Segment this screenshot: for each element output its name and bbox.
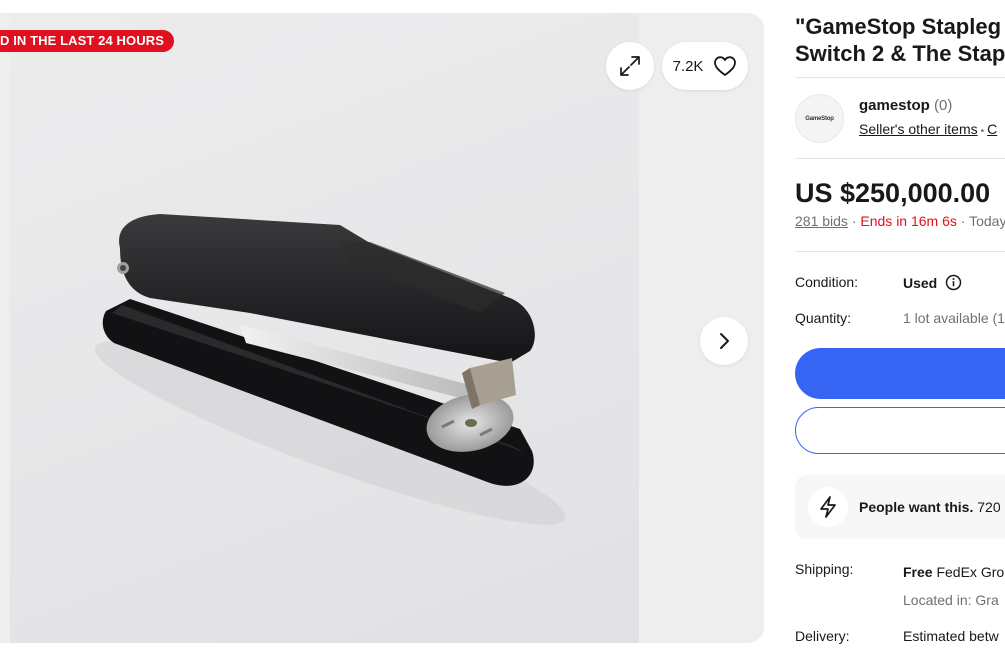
condition-text: Used — [903, 274, 938, 291]
shipping-label: Shipping: — [795, 561, 854, 577]
place-bid-button[interactable] — [795, 348, 1005, 399]
delivery-estimate: Estimated betw — [903, 628, 999, 644]
seller-links: Seller's other items • C — [859, 121, 997, 137]
seller-feedback-count: (0) — [934, 97, 953, 114]
separator-dot: • — [980, 126, 985, 137]
sold-in-last-24-hours-badge: D IN THE LAST 24 HOURS — [0, 30, 174, 52]
shipping-method: FedEx Gro — [936, 564, 1005, 580]
listing-title-line-2: Switch 2 & The Stap — [795, 41, 1005, 66]
expand-icon — [620, 56, 640, 76]
current-price: US $250,000.00 — [795, 178, 991, 208]
next-image-button[interactable] — [700, 317, 748, 365]
listing-title-line-1: "GameStop Stapleg — [795, 14, 1002, 39]
quantity-label: Quantity: — [795, 310, 852, 326]
watch-count: 7.2K — [672, 57, 704, 75]
seller-logo-text: GameStop — [805, 115, 834, 122]
demand-signal-text: People want this. 720 — [859, 499, 1001, 515]
lightning-bolt-icon — [820, 496, 836, 518]
item-location: Located in: Gra — [903, 592, 999, 608]
auction-ends-day: Today — [969, 213, 1005, 229]
demand-signal-count: 720 — [977, 499, 1001, 515]
quantity-value: 1 lot available (1 — [903, 310, 1005, 326]
contact-seller-link[interactable]: C — [987, 121, 997, 137]
seller-other-items-link[interactable]: Seller's other items — [859, 121, 978, 137]
demand-signal-headline: People want this. — [859, 499, 974, 515]
listing-title: "GameStop Stapleg Switch 2 & The Stap — [795, 13, 1005, 67]
stapler-image — [94, 214, 566, 525]
bolt-icon-container — [808, 487, 848, 527]
auction-ends-countdown: Ends in 16m 6s — [860, 213, 957, 229]
seller-name[interactable]: gamestop (0) — [859, 97, 952, 114]
info-icon[interactable] — [945, 274, 962, 291]
seller-username[interactable]: gamestop — [859, 97, 930, 114]
divider — [795, 77, 1005, 78]
expand-image-button[interactable] — [606, 42, 654, 90]
shipping-free: Free — [903, 564, 933, 580]
seller-logo[interactable]: GameStop — [795, 94, 844, 143]
delivery-label: Delivery: — [795, 628, 850, 644]
image-gallery: D IN THE LAST 24 HOURS 7.2K — [0, 13, 764, 643]
separator-dot: · — [960, 213, 966, 229]
product-photo-stapler[interactable] — [10, 13, 639, 643]
bid-status-line: 281 bids · Ends in 16m 6s · Today — [795, 213, 1005, 229]
separator-dot: · — [851, 213, 857, 229]
chevron-right-icon — [720, 333, 729, 349]
demand-signal-banner: People want this. 720 — [795, 475, 1005, 539]
heart-icon — [714, 56, 737, 76]
shipping-value: Free FedEx Gro — [903, 564, 1004, 580]
divider — [795, 251, 1005, 252]
watch-button[interactable]: 7.2K — [662, 42, 748, 90]
condition-value: Used — [903, 274, 962, 291]
condition-label: Condition: — [795, 274, 859, 290]
bids-link[interactable]: 281 bids — [795, 213, 848, 229]
add-to-watchlist-button[interactable] — [795, 407, 1005, 454]
divider — [795, 158, 1005, 159]
